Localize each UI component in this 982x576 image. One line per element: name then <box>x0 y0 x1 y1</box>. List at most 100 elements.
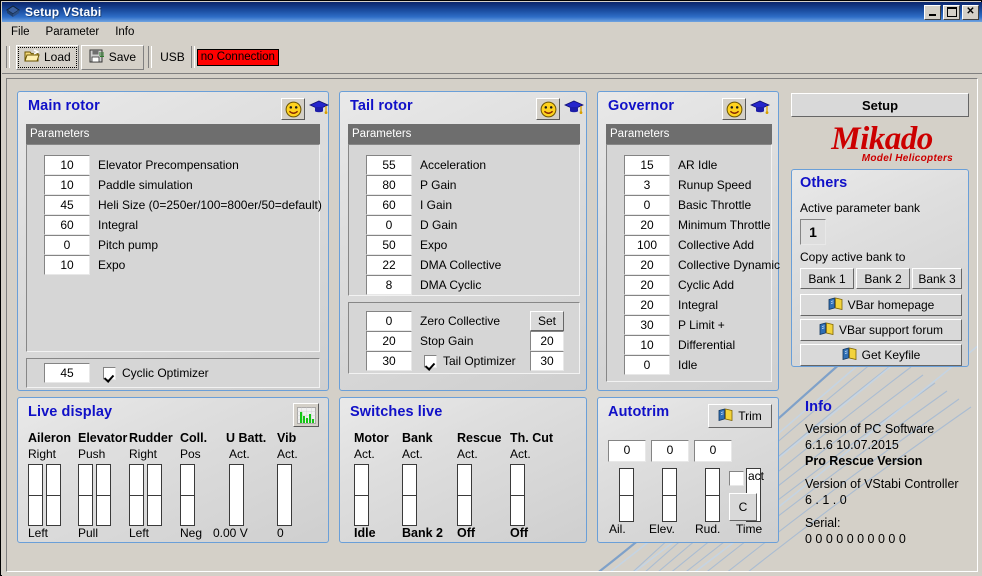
field-autotrim-ail[interactable]: 0 <box>608 440 646 462</box>
vbar-support-forum-button[interactable]: VBar support forum <box>800 319 962 341</box>
checkbox-cyclic-optimizer[interactable] <box>103 367 116 380</box>
field-integral[interactable]: 60 <box>44 215 90 235</box>
main-rotor-graduation-cap-icon[interactable] <box>309 98 329 118</box>
gauge-motor <box>354 464 369 526</box>
live-ubatt-name: U Batt. <box>226 431 267 445</box>
field-p-limit-plus[interactable]: 30 <box>624 315 670 335</box>
label-d-gain: D Gain <box>420 218 458 232</box>
checkbox-tail-optimizer[interactable] <box>424 355 437 368</box>
panel-autotrim: Autotrim Trim 0 0 0 Ail. Elev. Rud. Time… <box>597 397 779 543</box>
toolbar-separator-3 <box>190 46 195 68</box>
field-i-gain[interactable]: 60 <box>366 195 412 215</box>
panel-governor: Governor Parameters 15 AR Idle 3 Runup S… <box>597 91 780 391</box>
field-d-gain[interactable]: 0 <box>366 215 412 235</box>
menu-parameter[interactable]: Parameter <box>39 24 107 40</box>
gauge-bank <box>402 464 417 526</box>
field-dma-collective[interactable]: 22 <box>366 255 412 275</box>
switch-motor-top: Act. <box>354 447 375 461</box>
checkbox-autotrim-act[interactable] <box>729 471 744 486</box>
mikado-logo: Mikado Model Helicopters <box>797 121 967 165</box>
bank-3-button[interactable]: Bank 3 <box>912 268 962 289</box>
menu-info[interactable]: Info <box>108 24 141 40</box>
maximize-button[interactable] <box>943 4 960 20</box>
field-dma-cyclic[interactable]: 8 <box>366 275 412 295</box>
toolbar-separator-2 <box>148 46 153 68</box>
vbar-support-forum-label: VBar support forum <box>838 323 944 337</box>
autotrim-rud-label: Rud. <box>695 522 721 536</box>
label-tail-expo: Expo <box>420 238 448 252</box>
tail-rotor-params-box: 55 Acceleration 80 P Gain 60 I Gain 0 D … <box>348 144 580 296</box>
field-p-gain[interactable]: 80 <box>366 175 412 195</box>
app-diamond-icon <box>5 4 21 20</box>
label-cyclic-add: Cyclic Add <box>678 278 735 292</box>
field-paddle-simulation[interactable]: 10 <box>44 175 90 195</box>
open-folder-icon <box>24 48 40 66</box>
field-collective-dynamic[interactable]: 20 <box>624 255 670 275</box>
vbar-homepage-button[interactable]: VBar homepage <box>800 294 962 316</box>
field-tail-expo[interactable]: 50 <box>366 235 412 255</box>
field-ar-idle[interactable]: 15 <box>624 155 670 175</box>
main-rotor-title: Main rotor <box>28 98 100 114</box>
tail-rotor-help-button[interactable] <box>536 98 560 120</box>
save-button[interactable]: Save <box>80 44 145 70</box>
field-zero-collective[interactable]: 0 <box>366 311 412 331</box>
switch-rescue-name: Rescue <box>457 431 502 445</box>
label-acceleration: Acceleration <box>420 158 487 172</box>
autotrim-clear-button[interactable]: C <box>729 493 757 521</box>
live-display-chart-button[interactable] <box>293 403 319 427</box>
load-button[interactable]: Load <box>16 44 79 70</box>
field-acceleration[interactable]: 55 <box>366 155 412 175</box>
field-expo[interactable]: 10 <box>44 255 90 275</box>
book-icon <box>819 322 834 338</box>
field-heli-size[interactable]: 45 <box>44 195 90 215</box>
close-button[interactable]: ✕ <box>962 4 979 20</box>
live-coll-top: Pos <box>180 447 201 461</box>
field-runup-speed[interactable]: 3 <box>624 175 670 195</box>
field-stop-gain[interactable]: 20 <box>366 331 412 351</box>
get-keyfile-button[interactable]: Get Keyfile <box>800 344 962 366</box>
tail-rotor-graduation-cap-icon[interactable] <box>564 98 584 118</box>
chart-icon <box>296 406 316 424</box>
field-idle[interactable]: 0 <box>624 355 670 375</box>
gauge-elevator-b <box>96 464 111 526</box>
field-tail-optimizer-right[interactable]: 30 <box>530 351 564 371</box>
autotrim-act-label: act <box>748 469 765 483</box>
field-pitch-pump[interactable]: 0 <box>44 235 90 255</box>
live-aileron-top: Right <box>28 447 57 461</box>
bank-2-button[interactable]: Bank 2 <box>856 268 910 289</box>
field-differential[interactable]: 10 <box>624 335 670 355</box>
gauge-autotrim-elev <box>662 468 677 522</box>
field-minimum-throttle[interactable]: 20 <box>624 215 670 235</box>
mikado-logo-name: Mikado <box>831 121 933 157</box>
main-rotor-help-button[interactable] <box>281 98 305 120</box>
setup-button[interactable]: Setup <box>791 93 969 117</box>
governor-help-button[interactable] <box>722 98 746 120</box>
field-elevator-precompensation[interactable]: 10 <box>44 155 90 175</box>
field-basic-throttle[interactable]: 0 <box>624 195 670 215</box>
gauge-thcut <box>510 464 525 526</box>
book-icon <box>842 347 857 363</box>
window-controls: ✕ <box>924 4 979 20</box>
panel-info: Info Version of PC Software 6.1.6 10.07.… <box>791 397 977 547</box>
field-collective-add[interactable]: 100 <box>624 235 670 255</box>
gauge-aileron-b <box>46 464 61 526</box>
set-button[interactable]: Set <box>530 311 564 331</box>
trim-button[interactable]: Trim <box>708 404 772 428</box>
load-button-label: Load <box>44 50 71 64</box>
governor-graduation-cap-icon[interactable] <box>750 98 770 118</box>
tail-rotor-extra-box: 0 Zero Collective Set 20 Stop Gain 20 30… <box>348 302 580 374</box>
label-integral: Integral <box>98 218 139 232</box>
field-stop-gain-right[interactable]: 20 <box>530 331 564 351</box>
bank-1-button[interactable]: Bank 1 <box>800 268 854 289</box>
field-autotrim-rud[interactable]: 0 <box>694 440 732 462</box>
field-cyclic-optimizer[interactable]: 45 <box>44 363 90 383</box>
active-bank-value[interactable]: 1 <box>800 219 826 245</box>
field-tail-optimizer[interactable]: 30 <box>366 351 412 371</box>
field-cyclic-add[interactable]: 20 <box>624 275 670 295</box>
field-autotrim-elev[interactable]: 0 <box>651 440 689 462</box>
minimize-button[interactable] <box>924 4 941 20</box>
switch-thcut-name: Th. Cut <box>510 431 554 445</box>
field-governor-integral[interactable]: 20 <box>624 295 670 315</box>
panel-switches-live: Switches live Motor Act. Idle Bank Act. … <box>339 397 587 543</box>
menu-file[interactable]: File <box>4 24 37 40</box>
